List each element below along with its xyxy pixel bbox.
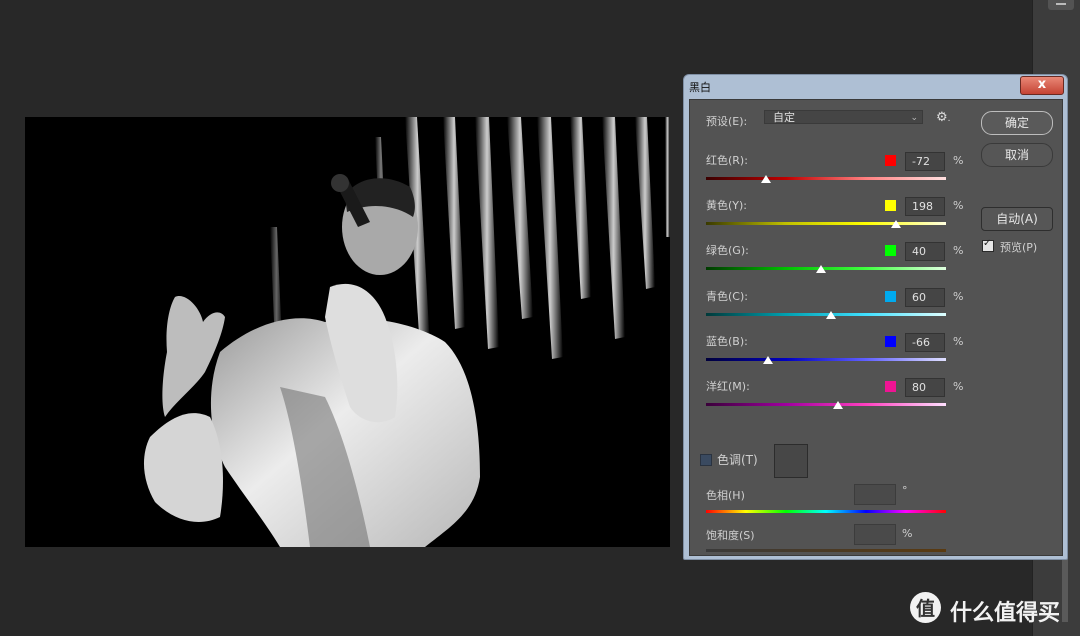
cancel-button[interactable]: 取消 (981, 143, 1053, 167)
preset-label: 预设(E): (706, 115, 748, 128)
black-white-dialog: 黑白 x 预设(E): 自定 ⌄ ⚙. 确定 取消 自动(A) 预览(P) 红色… (683, 74, 1068, 560)
saturation-label: 饱和度(S) (706, 529, 755, 542)
slider-label: 蓝色(B): (706, 335, 748, 348)
percent-unit: % (953, 244, 964, 257)
slider-track[interactable] (706, 403, 946, 406)
slider-label: 红色(R): (706, 154, 748, 167)
ok-button[interactable]: 确定 (981, 111, 1053, 135)
slider-value-field[interactable]: 60 (905, 288, 945, 307)
tint-label: 色调(T) (717, 453, 758, 467)
dialog-title: 黑白 (689, 81, 711, 94)
slider-value-field[interactable]: -66 (905, 333, 945, 352)
hue-label: 色相(H) (706, 489, 745, 502)
slider-thumb[interactable] (826, 311, 836, 319)
slider-value-field[interactable]: 40 (905, 242, 945, 261)
slider-thumb[interactable] (833, 401, 843, 409)
preset-value: 自定 (773, 111, 795, 124)
saturation-unit: % (902, 527, 913, 540)
gear-icon[interactable]: ⚙. (936, 110, 951, 125)
percent-unit: % (953, 380, 964, 393)
slider-thumb[interactable] (761, 175, 771, 183)
slider-thumb[interactable] (816, 265, 826, 273)
tint-checkbox[interactable] (700, 454, 712, 466)
tint-color-box[interactable] (774, 444, 808, 478)
preview-checkbox[interactable] (982, 238, 994, 252)
percent-unit: % (953, 199, 964, 212)
preview-label: 预览(P) (1000, 241, 1038, 254)
color-swatch (885, 336, 896, 347)
photo-singer-bw (25, 117, 670, 547)
slider-track[interactable] (706, 222, 946, 225)
chevron-down-icon: ⌄ (910, 113, 918, 123)
dialog-panel: 预设(E): 自定 ⌄ ⚙. 确定 取消 自动(A) 预览(P) 红色(R): -… (689, 99, 1063, 556)
percent-unit: % (953, 335, 964, 348)
saturation-track[interactable] (706, 549, 946, 552)
slider-value-field[interactable]: 80 (905, 378, 945, 397)
slider-track[interactable] (706, 358, 946, 361)
saturation-field[interactable] (854, 524, 896, 545)
hue-field[interactable] (854, 484, 896, 505)
hue-unit: ° (902, 484, 908, 497)
slider-thumb[interactable] (763, 356, 773, 364)
slider-thumb[interactable] (891, 220, 901, 228)
slider-label: 青色(C): (706, 290, 748, 303)
preset-select[interactable]: 自定 ⌄ (764, 110, 923, 124)
dialog-titlebar[interactable]: 黑白 x (684, 75, 1067, 97)
slider-label: 黄色(Y): (706, 199, 748, 212)
slider-track[interactable] (706, 267, 946, 270)
color-swatch (885, 291, 896, 302)
slider-label: 绿色(G): (706, 244, 749, 257)
color-swatch (885, 245, 896, 256)
percent-unit: % (953, 290, 964, 303)
color-swatch (885, 155, 896, 166)
watermark-text: 什么值得买 (950, 601, 1061, 626)
color-swatch (885, 200, 896, 211)
slider-value-field[interactable]: -72 (905, 152, 945, 171)
slider-track[interactable] (706, 177, 946, 180)
slider-value-field[interactable]: 198 (905, 197, 945, 216)
watermark-icon: 值 (910, 592, 941, 623)
slider-label: 洋红(M): (706, 380, 750, 393)
hue-track[interactable] (706, 510, 946, 513)
auto-button[interactable]: 自动(A) (981, 207, 1053, 231)
percent-unit: % (953, 154, 964, 167)
color-swatch (885, 381, 896, 392)
close-button[interactable]: x (1020, 76, 1064, 95)
photo-content (25, 117, 670, 547)
panel-menu-icon[interactable] (1048, 0, 1074, 10)
